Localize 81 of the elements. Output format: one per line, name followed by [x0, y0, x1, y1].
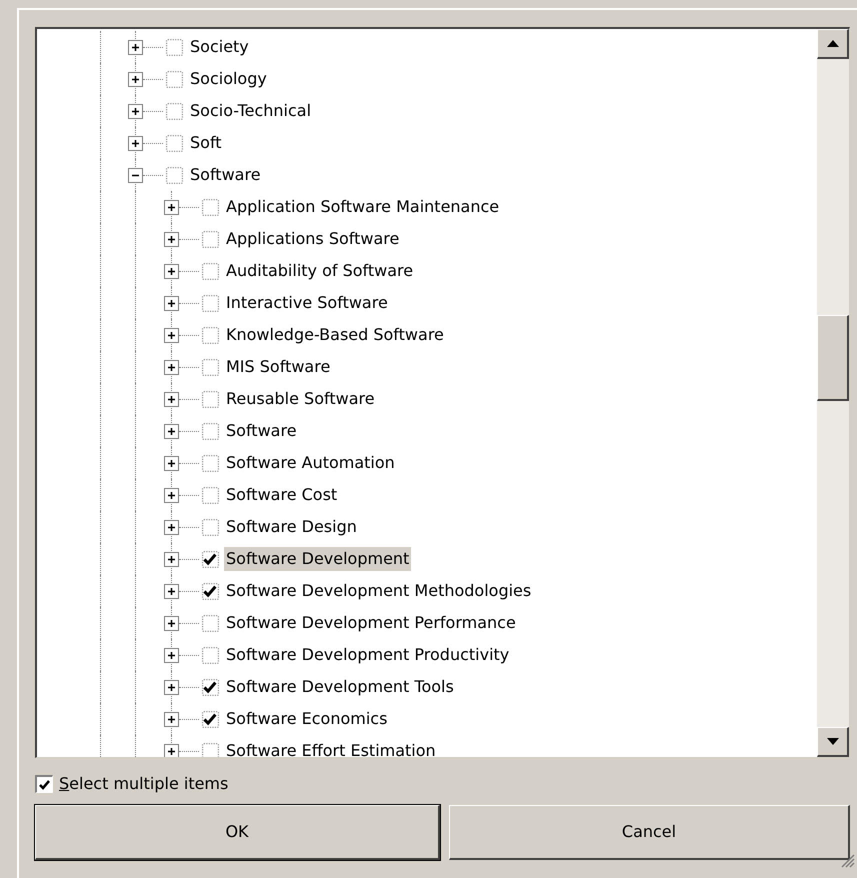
expand-toggle[interactable] — [164, 392, 179, 406]
checkbox[interactable] — [35, 775, 53, 793]
expand-toggle[interactable] — [164, 552, 179, 566]
expand-toggle[interactable] — [128, 40, 143, 54]
checkbox[interactable] — [202, 742, 219, 757]
checkbox[interactable] — [202, 198, 219, 216]
checkbox[interactable] — [166, 70, 183, 88]
tree-item[interactable]: Software Automation — [224, 451, 397, 475]
expand-toggle[interactable] — [164, 296, 179, 310]
tree-item[interactable]: Software — [224, 419, 299, 443]
tree-item[interactable]: Software Development Performance — [224, 611, 518, 635]
checkbox[interactable] — [202, 294, 219, 312]
checkbox[interactable] — [202, 326, 219, 344]
checkbox[interactable] — [202, 358, 219, 376]
expand-toggle[interactable] — [164, 456, 179, 470]
checkbox[interactable] — [202, 230, 219, 248]
tree-item[interactable]: Software Development — [224, 547, 412, 571]
tree-item[interactable]: Auditability of Software — [224, 259, 416, 283]
checkbox[interactable] — [202, 262, 219, 280]
expand-toggle[interactable] — [164, 712, 179, 726]
checkbox[interactable] — [202, 710, 219, 728]
collapse-toggle[interactable] — [128, 168, 143, 182]
scroll-down-button[interactable] — [817, 727, 849, 757]
checkbox[interactable] — [202, 486, 219, 504]
expand-toggle[interactable] — [164, 232, 179, 246]
expand-toggle[interactable] — [164, 648, 179, 662]
tree-item[interactable]: Software Development Productivity — [224, 643, 512, 667]
checkbox[interactable] — [202, 614, 219, 632]
resize-grip-icon — [841, 854, 855, 868]
expand-toggle[interactable] — [164, 200, 179, 214]
tree-item[interactable]: Software Design — [224, 515, 359, 539]
tree-item[interactable]: Application Software Maintenance — [224, 195, 502, 219]
tree-item[interactable]: MIS Software — [224, 355, 332, 379]
checkbox[interactable] — [202, 422, 219, 440]
expand-toggle[interactable] — [128, 104, 143, 118]
checkbox[interactable] — [202, 550, 219, 568]
scroll-up-button[interactable] — [817, 29, 849, 59]
expand-toggle[interactable] — [164, 488, 179, 502]
tree-item[interactable]: Sociology — [188, 67, 269, 91]
expand-toggle[interactable] — [164, 360, 179, 374]
checkbox[interactable] — [202, 454, 219, 472]
checkbox[interactable] — [202, 646, 219, 664]
checkbox[interactable] — [166, 166, 183, 184]
tree-item[interactable]: Applications Software — [224, 227, 402, 251]
expand-toggle[interactable] — [164, 264, 179, 278]
expand-toggle[interactable] — [128, 72, 143, 86]
tree-item[interactable]: Software Economics — [224, 707, 390, 731]
expand-toggle[interactable] — [164, 520, 179, 534]
tree-item[interactable]: Software Cost — [224, 483, 340, 507]
checkbox[interactable] — [166, 38, 183, 56]
tree-item[interactable]: Software — [188, 163, 263, 187]
checkbox-label: Select multiple items — [59, 773, 228, 795]
cancel-button[interactable]: Cancel — [449, 805, 850, 860]
expand-toggle[interactable] — [164, 680, 179, 694]
expand-toggle[interactable] — [128, 136, 143, 150]
up-arrow-icon — [826, 40, 838, 47]
tree-item[interactable]: Reusable Software — [224, 387, 377, 411]
checkbox[interactable] — [202, 390, 219, 408]
checkbox[interactable] — [202, 518, 219, 536]
expand-toggle[interactable] — [164, 424, 179, 438]
scrollbar[interactable] — [817, 29, 849, 757]
down-arrow-icon — [826, 738, 838, 745]
tree-item[interactable]: Soft — [188, 131, 224, 155]
checkbox[interactable] — [166, 102, 183, 120]
ok-button[interactable]: OK — [35, 805, 440, 860]
expand-toggle[interactable] — [164, 584, 179, 598]
checkbox[interactable] — [166, 134, 183, 152]
tree-item[interactable]: Software Development Tools — [224, 675, 456, 699]
scroll-thumb[interactable] — [817, 315, 849, 401]
expand-toggle[interactable] — [164, 328, 179, 342]
tree-item[interactable]: Software Development Methodologies — [224, 579, 534, 603]
tree-item[interactable]: Society — [188, 35, 251, 59]
tree-item[interactable]: Interactive Software — [224, 291, 390, 315]
checkbox[interactable] — [202, 582, 219, 600]
check-icon — [38, 778, 52, 792]
tree-item[interactable]: Software Effort Estimation — [224, 739, 438, 757]
tree-item[interactable]: Knowledge-Based Software — [224, 323, 446, 347]
tree-item[interactable]: Socio-Technical — [188, 99, 314, 123]
expand-toggle[interactable] — [164, 616, 179, 630]
checkbox[interactable] — [202, 678, 219, 696]
expand-toggle[interactable] — [164, 744, 179, 757]
